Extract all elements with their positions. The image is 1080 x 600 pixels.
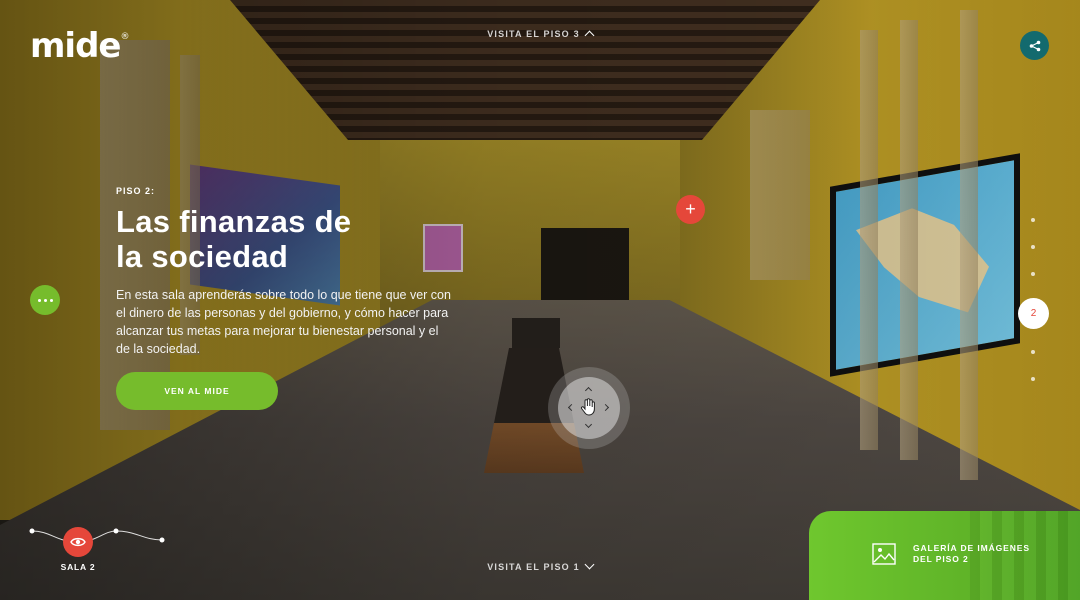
plus-icon: + [685,199,696,219]
current-room-button[interactable] [63,527,93,557]
room-info-panel: PISO 2: Las finanzas de la sociedad En e… [116,186,456,358]
hand-drag-icon [581,398,595,416]
gallery-label: GALERÍA DE IMÁGENES DEL PISO 2 [913,543,1030,564]
floor-kicker: PISO 2: [116,186,156,196]
pagination-dot[interactable] [1031,245,1035,249]
chevron-down-icon [584,559,595,570]
chevron-up-icon [584,30,595,41]
pagination-dot[interactable] [1031,218,1035,222]
floor-gallery-button[interactable]: GALERÍA DE IMÁGENES DEL PISO 2 [809,511,1080,600]
image-gallery-icon [872,543,896,565]
info-hotspot-button[interactable]: + [676,195,705,224]
eye-icon [70,537,86,547]
room-timeline [29,528,165,543]
more-dots-icon [37,298,53,302]
pagination-dot[interactable] [1031,350,1035,354]
room-description: En esta sala aprenderás sobre todo lo qu… [116,288,451,356]
pagination-active[interactable]: 2 [1018,298,1049,329]
pagination-dot[interactable] [1031,377,1035,381]
more-options-button[interactable] [30,285,60,315]
visit-floor-3-label: VISITA EL PISO 3 [487,29,580,39]
room-pagination: 2 [1018,214,1049,389]
share-icon [1029,40,1040,51]
share-button[interactable] [1020,31,1049,60]
visit-floor-3-link[interactable]: VISITA EL PISO 3 [0,29,1080,41]
room-title: Las finanzas de la sociedad [116,204,352,274]
visit-floor-1-label: VISITA EL PISO 1 [487,562,580,572]
visit-mide-button[interactable]: VEN AL MIDE [116,372,278,410]
pagination-dot[interactable] [1031,272,1035,276]
